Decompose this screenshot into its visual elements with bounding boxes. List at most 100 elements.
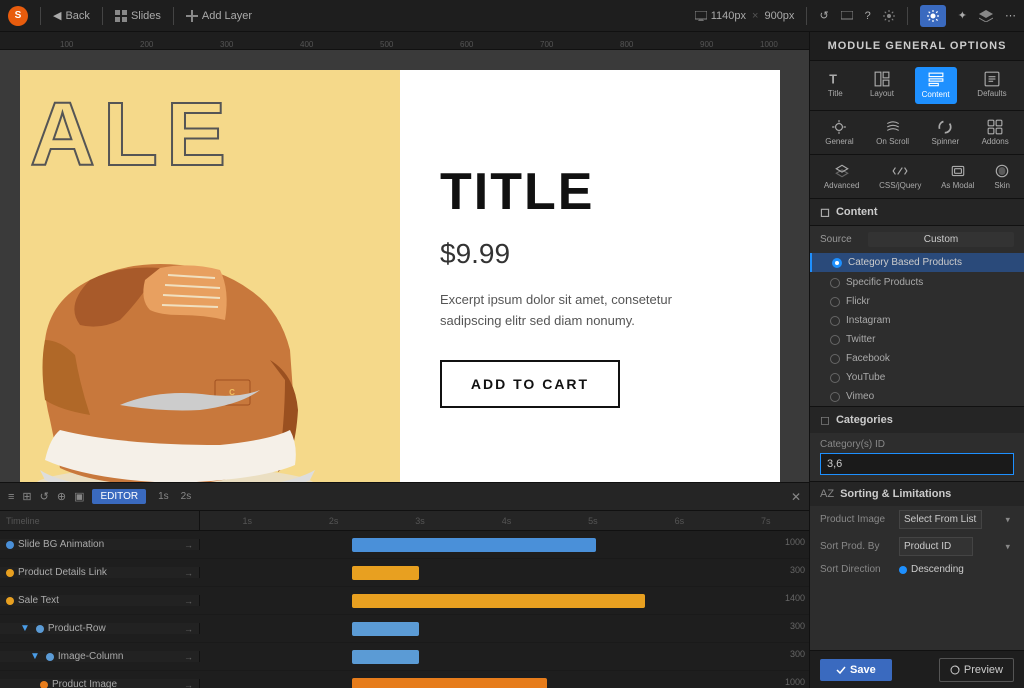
canvas-wrapper: ALE — [0, 50, 809, 482]
settings-icon[interactable] — [883, 10, 895, 22]
option-vimeo[interactable]: Vimeo — [810, 387, 1024, 406]
tab-as-modal[interactable]: As Modal — [935, 159, 980, 194]
option-facebook[interactable]: Facebook — [810, 349, 1024, 368]
bottom-bar: Save Preview — [810, 650, 1024, 688]
timeline-refresh-icon[interactable]: ↺ — [40, 490, 49, 503]
tab-addons[interactable]: Addons — [976, 115, 1015, 150]
timeline-bar[interactable] — [352, 678, 547, 688]
sort-direction-row: Sort Direction Descending — [810, 560, 1024, 579]
timeline-bar[interactable] — [352, 594, 644, 608]
back-button[interactable]: ◀ Back — [53, 9, 90, 22]
tab-on-scroll[interactable]: On Scroll — [870, 115, 915, 150]
timeline-header: Timeline 1s 2s 3s 4s 5s 6s 7s — [0, 511, 809, 531]
categories-section-header: ◻ Categories — [810, 406, 1024, 433]
sorting-section-header: AZ Sorting & Limitations — [810, 481, 1024, 506]
timeline-rows: Slide BG Animation → 1000 Product Detail… — [0, 531, 809, 688]
category-id-label: Category(s) ID — [820, 439, 1014, 450]
timeline-bar[interactable] — [352, 538, 596, 552]
tab-title[interactable]: T Title — [821, 67, 849, 104]
category-id-row: Category(s) ID — [810, 433, 1024, 481]
timeline-hamburger-icon[interactable]: ≡ — [8, 491, 14, 503]
timeline: ≡ ⊞ ↺ ⊕ ▣ EDITOR 1s 2s ✕ Timeline 1s 2s … — [0, 482, 809, 688]
tab-content[interactable]: Content — [915, 67, 957, 104]
gear-active-button[interactable] — [920, 5, 946, 27]
content-section-header: ◻ Content — [810, 199, 1024, 226]
top-toolbar: S ◀ Back Slides Add Layer 1140px × 900px… — [0, 0, 1024, 32]
panel-header: MODULE GENERAL OPTIONS — [810, 32, 1024, 61]
timeline-close-button[interactable]: ✕ — [791, 490, 801, 504]
tab-defaults[interactable]: Defaults — [971, 67, 1012, 104]
tab-advanced[interactable]: Advanced — [818, 159, 866, 194]
save-button[interactable]: Save — [820, 659, 892, 681]
table-row: Product Details Link → 300 — [0, 559, 809, 587]
slides-button[interactable]: Slides — [115, 10, 161, 22]
sorting-icon: AZ — [820, 488, 834, 500]
option-category-based[interactable]: Category Based Products — [810, 253, 1024, 272]
module-tab-row2: General On Scroll Spinner Addons — [810, 111, 1024, 155]
timeline-bar[interactable] — [352, 650, 419, 664]
radio-empty — [830, 297, 840, 307]
module-tab-row3: Advanced CSS/jQuery As Modal Skin — [810, 155, 1024, 199]
timeline-bar[interactable] — [352, 622, 419, 636]
horizontal-ruler: 100 200 300 400 500 600 700 800 900 1000 — [0, 32, 809, 50]
shoe-image: C — [20, 160, 350, 482]
radio-empty — [830, 316, 840, 326]
product-slide: ALE — [20, 70, 780, 482]
canvas-area: 100 200 300 400 500 600 700 800 900 1000… — [0, 32, 809, 688]
undo-button[interactable]: ↺ — [819, 9, 828, 22]
svg-text:T: T — [830, 73, 838, 87]
radio-empty — [830, 278, 840, 288]
product-image-select[interactable]: Select From List Featured Image — [899, 510, 982, 529]
sort-direction-indicator — [899, 566, 907, 574]
toolbar-logo: S — [8, 6, 28, 26]
timeline-grid-icon[interactable]: ⊞ — [22, 490, 31, 503]
timeline-bar[interactable] — [352, 566, 419, 580]
timeline-editor-tab[interactable]: EDITOR — [92, 489, 146, 504]
slide-right: TITLE $9.99 Excerpt ipsum dolor sit amet… — [400, 70, 780, 482]
timeline-toolbar: ≡ ⊞ ↺ ⊕ ▣ EDITOR 1s 2s ✕ — [0, 483, 809, 511]
table-row: Product Image → 1000 — [0, 671, 809, 688]
slide-left: ALE — [20, 70, 400, 482]
tab-layout[interactable]: Layout — [864, 67, 900, 104]
radio-filled — [832, 258, 842, 268]
add-layer-button[interactable]: Add Layer — [186, 10, 252, 22]
timeline-folder-icon[interactable]: ▣ — [74, 490, 84, 503]
right-panel: MODULE GENERAL OPTIONS T Title Layout Co… — [809, 32, 1024, 688]
source-row: Source Custom — [810, 226, 1024, 253]
product-title: TITLE — [440, 162, 740, 222]
product-canvas: ALE — [20, 70, 780, 482]
option-youtube[interactable]: YouTube — [810, 368, 1024, 387]
device-preview[interactable] — [841, 11, 853, 21]
preview-button[interactable]: Preview — [939, 658, 1014, 682]
help-button[interactable]: ? — [865, 10, 871, 22]
table-row: ▼ Image-Column → 300 — [0, 643, 809, 671]
content-icon: ◻ — [820, 205, 830, 219]
sort-prod-by-select[interactable]: Product ID Product Name Price — [899, 537, 973, 556]
option-specific-products[interactable]: Specific Products — [810, 273, 1024, 292]
tab-skin[interactable]: Skin — [988, 159, 1016, 194]
timeline-plus-icon[interactable]: ⊕ — [57, 490, 66, 503]
radio-empty — [830, 392, 840, 402]
tab-spinner[interactable]: Spinner — [926, 115, 966, 150]
option-twitter[interactable]: Twitter — [810, 330, 1024, 349]
table-row: ▼ Product-Row → 300 — [0, 615, 809, 643]
layers-button[interactable] — [979, 10, 993, 22]
tab-general[interactable]: General — [819, 115, 859, 150]
radio-empty — [830, 335, 840, 345]
module-tab-row1: T Title Layout Content Defaults — [810, 61, 1024, 111]
option-flickr[interactable]: Flickr — [810, 292, 1024, 311]
sort-prod-by-row: Sort Prod. By Product ID Product Name Pr… — [810, 533, 1024, 560]
category-id-input[interactable] — [820, 453, 1014, 475]
table-row: Sale Text → 1400 — [0, 587, 809, 615]
add-to-cart-button[interactable]: ADD TO CART — [440, 360, 620, 408]
category-icon: ◻ — [820, 413, 830, 427]
radio-empty — [830, 373, 840, 383]
product-image-row: Product Image Select From List Featured … — [810, 506, 1024, 533]
radio-empty — [830, 354, 840, 364]
table-row: Slide BG Animation → 1000 — [0, 531, 809, 559]
option-instagram[interactable]: Instagram — [810, 311, 1024, 330]
tab-css-jquery[interactable]: CSS/jQuery — [873, 159, 927, 194]
resolution-display[interactable]: 1140px × 900px — [695, 10, 795, 22]
star-button[interactable]: ✦ — [958, 9, 967, 22]
menu-button[interactable]: ⋯ — [1005, 9, 1016, 22]
